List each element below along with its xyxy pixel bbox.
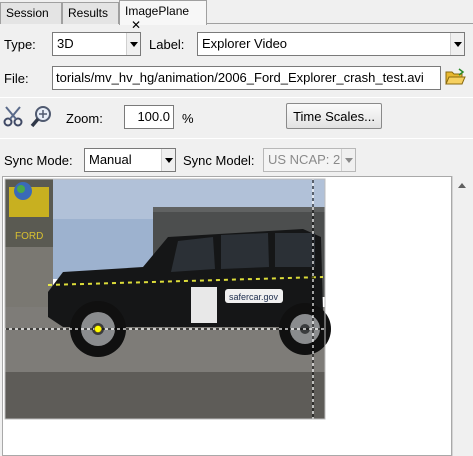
zoom-unit: % xyxy=(182,111,194,126)
time-scales-button[interactable]: Time Scales... xyxy=(286,103,382,129)
tab-results[interactable]: Results xyxy=(62,2,119,24)
sync-model-value: US NCAP: 2 xyxy=(268,152,341,167)
zoom-label: Zoom: xyxy=(66,111,103,126)
tab-session[interactable]: Session xyxy=(0,2,62,24)
type-value: 3D xyxy=(57,36,74,51)
chevron-down-icon xyxy=(450,33,464,55)
info-sticker xyxy=(191,287,217,323)
chevron-down-icon xyxy=(126,33,140,55)
zoom-input[interactable]: 100.0 xyxy=(124,105,174,129)
sync-model-label: Sync Model: xyxy=(183,153,255,168)
tab-session-label: Session xyxy=(6,6,49,20)
marker-point[interactable] xyxy=(94,325,102,333)
file-label: File: xyxy=(4,71,29,86)
suv-window-rear xyxy=(221,233,269,269)
zoom-icon xyxy=(30,106,51,128)
close-icon[interactable]: ✕ xyxy=(131,18,141,32)
label-label: Label: xyxy=(149,37,185,52)
sync-model-dropdown[interactable]: US NCAP: 2 xyxy=(263,148,356,172)
vertical-scrollbar[interactable] xyxy=(452,176,471,456)
video-frame: FORD safercar.gov xyxy=(3,177,331,420)
label-value: Explorer Video xyxy=(202,36,288,51)
suv-window-back xyxy=(275,233,315,267)
scissors-icon xyxy=(3,106,23,127)
sync-mode-label: Sync Mode: xyxy=(4,153,73,168)
file-path-value: torials/mv_hv_hg/animation/2006_Ford_Exp… xyxy=(56,70,424,85)
file-path-input[interactable]: torials/mv_hv_hg/animation/2006_Ford_Exp… xyxy=(52,66,441,90)
label-dropdown[interactable]: Explorer Video xyxy=(197,32,465,56)
scroll-up-icon[interactable] xyxy=(455,178,470,193)
chevron-down-icon xyxy=(341,149,355,171)
barrier-sign-text: FORD xyxy=(15,231,43,242)
scissors-button[interactable] xyxy=(2,104,26,128)
chevron-down-icon xyxy=(161,149,175,171)
building-roof xyxy=(153,207,325,212)
door-sticker-text: safercar.gov xyxy=(229,292,279,302)
separator xyxy=(0,97,473,98)
image-plane-viewer[interactable]: FORD safercar.gov xyxy=(2,176,452,456)
type-dropdown[interactable]: 3D xyxy=(52,32,141,56)
zoom-value: 100.0 xyxy=(137,109,170,124)
sync-mode-value: Manual xyxy=(89,152,132,167)
tab-bar: Session Results ImagePlane✕ xyxy=(0,0,473,32)
time-scales-label: Time Scales... xyxy=(293,109,375,124)
zoom-button[interactable] xyxy=(29,104,55,130)
folder-open-button[interactable] xyxy=(443,66,467,88)
tab-imageplane[interactable]: ImagePlane✕ xyxy=(119,0,207,32)
folder-open-icon xyxy=(445,68,466,85)
sync-mode-dropdown[interactable]: Manual xyxy=(84,148,176,172)
tab-imageplane-label: ImagePlane xyxy=(125,4,190,18)
floor-shadow xyxy=(5,372,325,419)
tab-results-label: Results xyxy=(68,6,109,20)
globe-land xyxy=(17,185,25,193)
type-label: Type: xyxy=(4,37,36,52)
separator xyxy=(0,138,473,139)
